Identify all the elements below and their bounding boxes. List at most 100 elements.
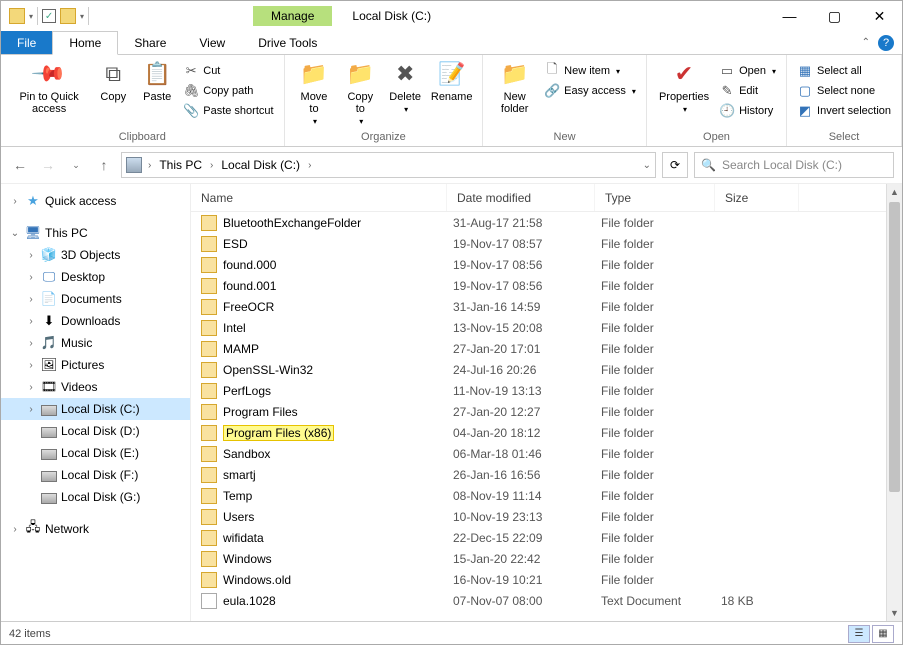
- file-name: BluetoothExchangeFolder: [223, 216, 453, 230]
- invert-selection-button[interactable]: ◩Invert selection: [793, 101, 895, 121]
- chevron-right-icon[interactable]: ›: [306, 160, 313, 171]
- file-row[interactable]: Intel13-Nov-15 20:08File folder: [191, 317, 902, 338]
- close-button[interactable]: ✕: [857, 1, 902, 31]
- rename-button[interactable]: 📝Rename: [427, 57, 476, 128]
- select-all-button[interactable]: ▦Select all: [793, 61, 895, 81]
- file-row[interactable]: eula.102807-Nov-07 08:00Text Document18 …: [191, 590, 902, 611]
- file-name: ESD: [223, 237, 453, 251]
- tab-drive-tools[interactable]: Drive Tools: [242, 31, 334, 54]
- delete-button[interactable]: ✖Delete: [383, 57, 427, 128]
- scroll-down-icon[interactable]: ▼: [887, 605, 902, 621]
- scroll-thumb[interactable]: [889, 202, 900, 492]
- breadcrumb-location[interactable]: Local Disk (C:): [219, 158, 302, 172]
- new-item-button[interactable]: 🗋New item: [540, 61, 640, 81]
- nav-3d-objects[interactable]: ›🧊3D Objects: [1, 244, 190, 266]
- nav-music[interactable]: ›🎵Music: [1, 332, 190, 354]
- file-row[interactable]: Windows.old16-Nov-19 10:21File folder: [191, 569, 902, 590]
- file-row[interactable]: Sandbox06-Mar-18 01:46File folder: [191, 443, 902, 464]
- nav-disk-g[interactable]: Local Disk (G:): [1, 486, 190, 508]
- file-row[interactable]: ESD19-Nov-17 08:57File folder: [191, 233, 902, 254]
- file-row[interactable]: BluetoothExchangeFolder31-Aug-17 21:58Fi…: [191, 212, 902, 233]
- nav-disk-d[interactable]: Local Disk (D:): [1, 420, 190, 442]
- column-date[interactable]: Date modified: [447, 184, 595, 211]
- nav-documents[interactable]: ›📄Documents: [1, 288, 190, 310]
- file-row[interactable]: MAMP27-Jan-20 17:01File folder: [191, 338, 902, 359]
- file-row[interactable]: smartj26-Jan-16 16:56File folder: [191, 464, 902, 485]
- cut-button[interactable]: ✂Cut: [179, 61, 277, 81]
- qat-dropdown-icon[interactable]: ▾: [29, 12, 33, 21]
- address-dropdown-icon[interactable]: ⌄: [643, 160, 651, 171]
- paste-button[interactable]: 📋Paste: [135, 57, 179, 121]
- minimize-button[interactable]: —: [767, 1, 812, 31]
- copy-path-button[interactable]: 🖇Copy path: [179, 81, 277, 101]
- open-button[interactable]: ▭Open: [715, 61, 780, 81]
- forward-button[interactable]: →: [37, 154, 59, 176]
- select-none-button[interactable]: ▢Select none: [793, 81, 895, 101]
- chevron-right-icon[interactable]: ›: [208, 160, 215, 171]
- breadcrumb-this-pc[interactable]: This PC: [157, 158, 204, 172]
- pin-to-quick-access-button[interactable]: 📌Pin to Quick access: [7, 57, 91, 121]
- file-row[interactable]: found.00019-Nov-17 08:56File folder: [191, 254, 902, 275]
- new-folder-button[interactable]: 📁New folder: [489, 57, 540, 117]
- edit-button[interactable]: ✎Edit: [715, 81, 780, 101]
- tab-view[interactable]: View: [183, 31, 242, 54]
- nav-disk-e[interactable]: Local Disk (E:): [1, 442, 190, 464]
- file-row[interactable]: found.00119-Nov-17 08:56File folder: [191, 275, 902, 296]
- file-date: 07-Nov-07 08:00: [453, 594, 601, 608]
- details-view-button[interactable]: ☰: [848, 625, 870, 643]
- column-type[interactable]: Type: [595, 184, 715, 211]
- easy-access-button[interactable]: 🔗Easy access: [540, 81, 640, 101]
- tab-share[interactable]: Share: [118, 31, 183, 54]
- contextual-tab-manage[interactable]: Manage: [253, 6, 332, 26]
- maximize-button[interactable]: ▢: [812, 1, 857, 31]
- copy-button[interactable]: ⧉Copy: [91, 57, 135, 121]
- file-row[interactable]: FreeOCR31-Jan-16 14:59File folder: [191, 296, 902, 317]
- navigation-pane: ›★Quick access ⌄🖥This PC ›🧊3D Objects ›🖵…: [1, 184, 191, 621]
- help-icon[interactable]: ?: [878, 35, 894, 51]
- file-row[interactable]: Program Files27-Jan-20 12:27File folder: [191, 401, 902, 422]
- paste-shortcut-button[interactable]: 📎Paste shortcut: [179, 101, 277, 121]
- nav-network[interactable]: ›🖧Network: [1, 518, 190, 540]
- collapse-ribbon-icon[interactable]: ⌃: [862, 37, 870, 48]
- file-row[interactable]: PerfLogs11-Nov-19 13:13File folder: [191, 380, 902, 401]
- large-icons-view-button[interactable]: ▦: [872, 625, 894, 643]
- folder-qat-icon[interactable]: [60, 8, 76, 24]
- tab-file[interactable]: File: [1, 31, 52, 54]
- recent-locations-button[interactable]: ⌄: [65, 154, 87, 176]
- back-button[interactable]: ←: [9, 154, 31, 176]
- file-date: 15-Jan-20 22:42: [453, 552, 601, 566]
- qat-customize-icon[interactable]: ▾: [80, 12, 84, 21]
- history-button[interactable]: 🕘History: [715, 101, 780, 121]
- column-name[interactable]: Name: [191, 184, 447, 211]
- file-row[interactable]: OpenSSL-Win3224-Jul-16 20:26File folder: [191, 359, 902, 380]
- file-row[interactable]: Program Files (x86)04-Jan-20 18:12File f…: [191, 422, 902, 443]
- tab-home[interactable]: Home: [52, 31, 118, 55]
- column-size[interactable]: Size: [715, 184, 799, 211]
- file-row[interactable]: Temp08-Nov-19 11:14File folder: [191, 485, 902, 506]
- up-button[interactable]: ↑: [93, 154, 115, 176]
- properties-button[interactable]: ✔Properties: [653, 57, 715, 121]
- file-row[interactable]: wifidata22-Dec-15 22:09File folder: [191, 527, 902, 548]
- copy-to-button[interactable]: 📁Copy to: [337, 57, 383, 128]
- refresh-button[interactable]: ⟳: [662, 152, 688, 178]
- properties-qat-icon[interactable]: ✓: [42, 9, 56, 23]
- file-row[interactable]: Windows15-Jan-20 22:42File folder: [191, 548, 902, 569]
- nav-downloads[interactable]: ›⬇Downloads: [1, 310, 190, 332]
- nav-disk-f[interactable]: Local Disk (F:): [1, 464, 190, 486]
- folder-icon: [201, 404, 217, 420]
- file-type: File folder: [601, 300, 721, 314]
- nav-quick-access[interactable]: ›★Quick access: [1, 190, 190, 212]
- address-bar[interactable]: › This PC › Local Disk (C:) › ⌄: [121, 152, 656, 178]
- move-to-button[interactable]: 📁Move to: [291, 57, 338, 128]
- file-row[interactable]: Users10-Nov-19 23:13File folder: [191, 506, 902, 527]
- scroll-up-icon[interactable]: ▲: [887, 184, 902, 200]
- nav-this-pc[interactable]: ⌄🖥This PC: [1, 222, 190, 244]
- nav-pictures[interactable]: ›🖼Pictures: [1, 354, 190, 376]
- chevron-right-icon[interactable]: ›: [146, 160, 153, 171]
- scrollbar[interactable]: ▲ ▼: [886, 184, 902, 621]
- search-input[interactable]: 🔍 Search Local Disk (C:): [694, 152, 894, 178]
- nav-disk-c[interactable]: ›Local Disk (C:): [1, 398, 190, 420]
- nav-desktop[interactable]: ›🖵Desktop: [1, 266, 190, 288]
- folder-icon: [201, 425, 217, 441]
- nav-videos[interactable]: ›🎞Videos: [1, 376, 190, 398]
